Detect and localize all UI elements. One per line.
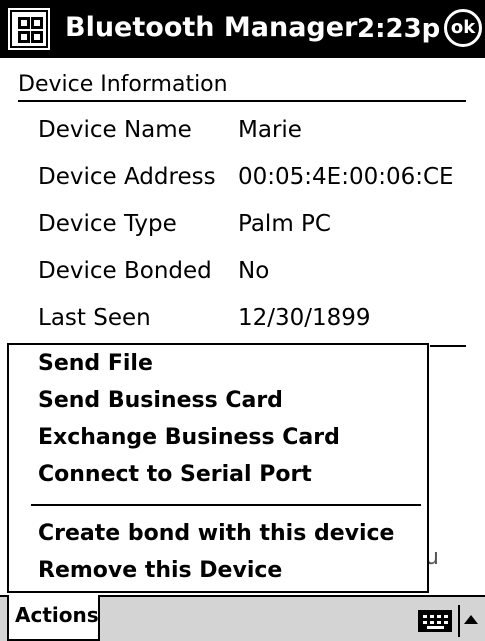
menu-separator bbox=[31, 504, 421, 506]
info-row-last-seen: Last Seen 12/30/1899 bbox=[38, 300, 478, 347]
info-value: No bbox=[238, 258, 270, 284]
arrow-up-icon[interactable] bbox=[464, 615, 478, 624]
keyboard-icon[interactable] bbox=[418, 610, 452, 632]
info-label: Device Type bbox=[38, 211, 177, 237]
app-title: Bluetooth Manager bbox=[65, 12, 358, 43]
background-divider bbox=[430, 345, 466, 347]
menu-item-create-bond[interactable]: Create bond with this device bbox=[38, 519, 394, 549]
info-row-device-address: Device Address 00:05:4E:00:06:CE bbox=[38, 159, 478, 206]
info-row-device-type: Device Type Palm PC bbox=[38, 206, 478, 253]
actions-popup-menu: Send File Send Business Card Exchange Bu… bbox=[7, 343, 429, 593]
title-bar: Bluetooth Manager 2:23p ok bbox=[0, 0, 485, 58]
keyboard-divider bbox=[458, 605, 460, 637]
info-value: Marie bbox=[238, 117, 302, 143]
info-label: Device Address bbox=[38, 164, 216, 190]
info-row-device-name: Device Name Marie bbox=[38, 112, 478, 159]
device-info-list: Device Name Marie Device Address 00:05:4… bbox=[38, 112, 478, 347]
section-divider bbox=[18, 100, 466, 102]
info-value: Palm PC bbox=[238, 211, 331, 237]
section-header: Device Information bbox=[18, 72, 228, 97]
info-label: Device Bonded bbox=[38, 258, 212, 284]
info-label: Last Seen bbox=[38, 305, 151, 331]
info-value: 00:05:4E:00:06:CE bbox=[238, 164, 454, 190]
menu-item-send-business-card[interactable]: Send Business Card bbox=[38, 386, 283, 416]
ok-button[interactable]: ok bbox=[444, 9, 482, 47]
info-label: Device Name bbox=[38, 117, 192, 143]
windows-start-icon[interactable] bbox=[8, 8, 50, 50]
menu-item-connect-serial-port[interactable]: Connect to Serial Port bbox=[38, 460, 312, 490]
menu-item-exchange-business-card[interactable]: Exchange Business Card bbox=[38, 423, 340, 453]
menu-item-send-file[interactable]: Send File bbox=[38, 349, 153, 379]
info-row-device-bonded: Device Bonded No bbox=[38, 253, 478, 300]
clock[interactable]: 2:23p bbox=[357, 11, 440, 47]
info-value: 12/30/1899 bbox=[238, 305, 371, 331]
command-bar: Actions bbox=[0, 595, 485, 641]
menu-item-remove-device[interactable]: Remove this Device bbox=[38, 556, 282, 586]
actions-menu-button[interactable]: Actions bbox=[7, 595, 100, 641]
